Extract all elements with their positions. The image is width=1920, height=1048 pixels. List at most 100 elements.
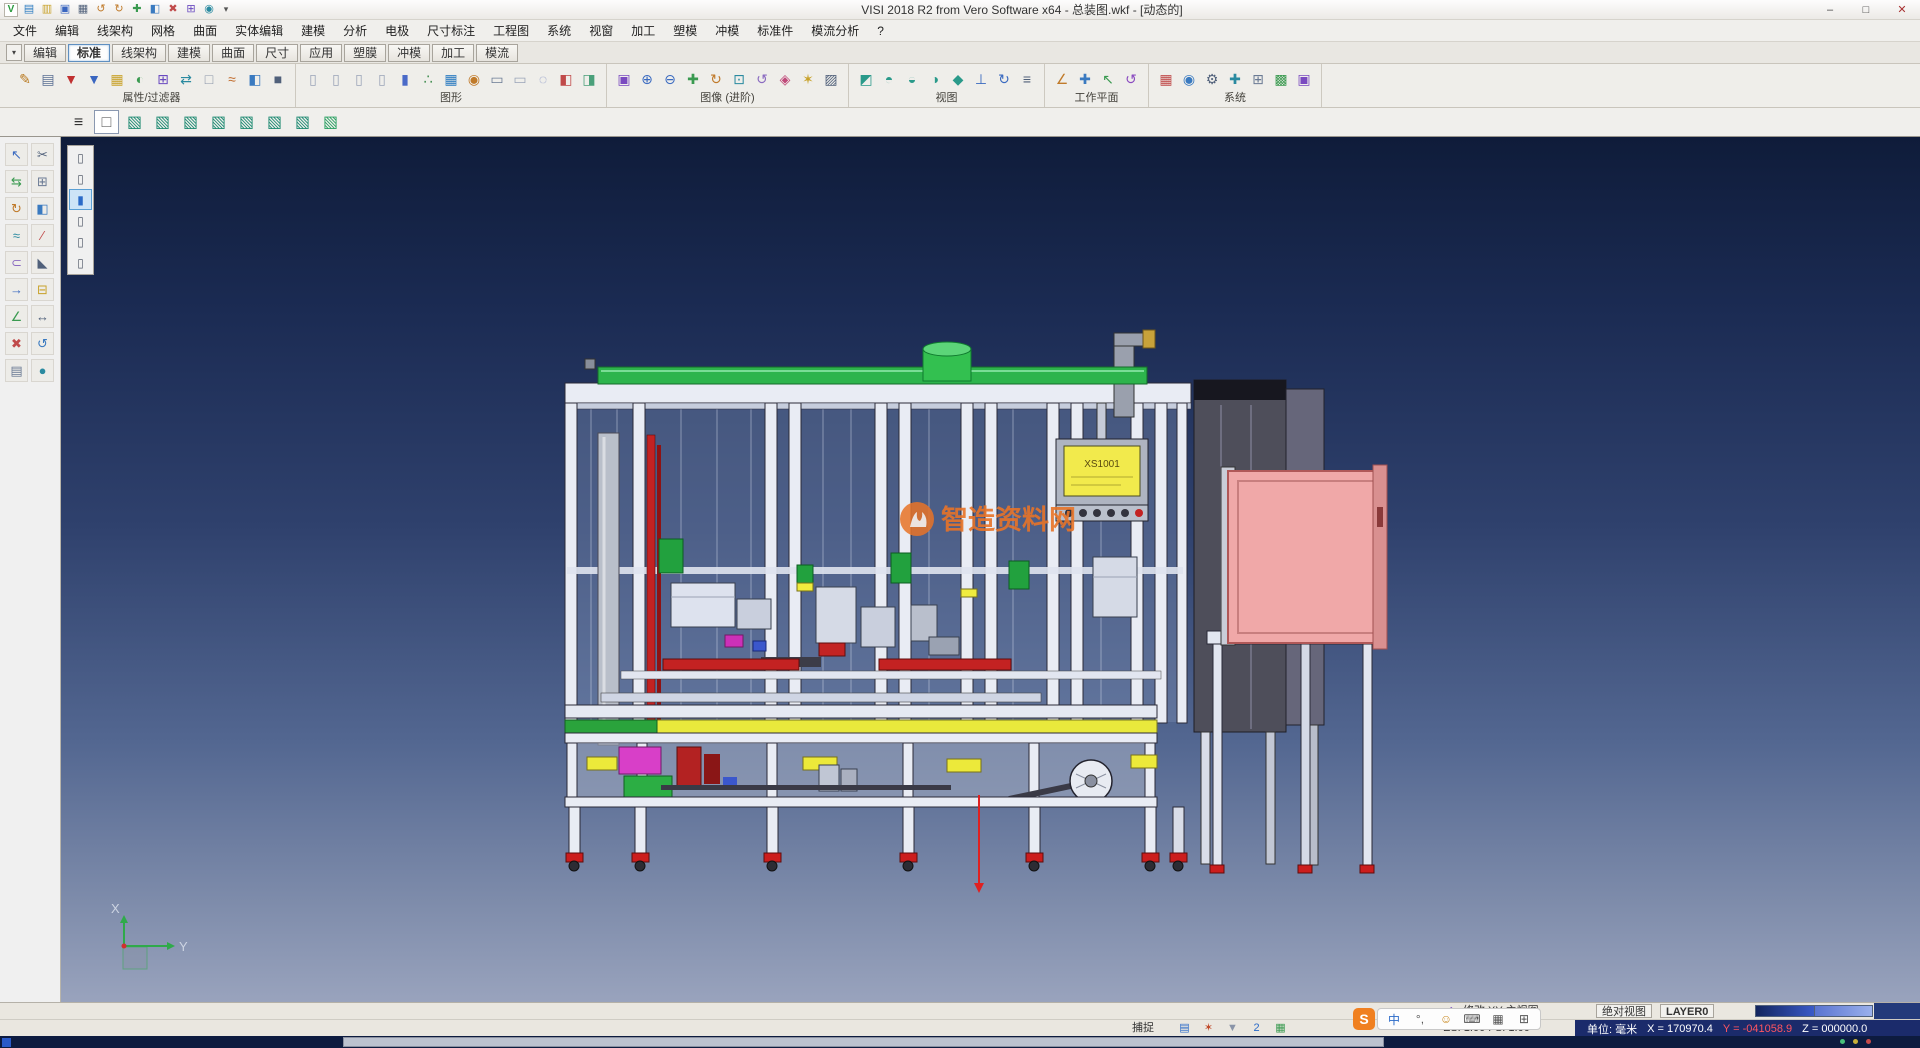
menu-item[interactable]: 网格 — [142, 20, 184, 41]
visibility-icon[interactable]: ◐ — [129, 67, 151, 89]
front-view-icon[interactable]: ◒ — [901, 67, 923, 89]
world-icon[interactable]: ◉ — [201, 2, 217, 17]
blank-view-icon[interactable]: □ — [94, 110, 119, 134]
tab[interactable]: 标准 — [68, 44, 110, 62]
break-icon[interactable]: ⊟ — [31, 278, 54, 301]
ime-emoji-icon[interactable]: ☺ — [1434, 1012, 1458, 1026]
rotate-view-icon[interactable]: ↻ — [705, 67, 727, 89]
menu-item[interactable]: 标准件 — [748, 20, 802, 41]
menu-item[interactable]: 线架构 — [88, 20, 142, 41]
layers-icon[interactable]: ◧ — [147, 2, 163, 17]
add-icon[interactable]: ✚ — [129, 2, 145, 17]
workplane-new-icon[interactable]: ✚ — [1074, 67, 1096, 89]
new-file-icon[interactable]: ▤ — [21, 2, 37, 17]
tab[interactable]: 应用 — [300, 44, 342, 62]
view-mode-indicator[interactable]: 绝对视图 — [1596, 1004, 1652, 1018]
mirror-icon[interactable]: ◧ — [31, 197, 54, 220]
chamfer-icon[interactable]: ◣ — [31, 251, 54, 274]
filter-blue-icon[interactable]: ▼ — [83, 67, 105, 89]
top-view-icon[interactable]: ◓ — [878, 67, 900, 89]
undo-arrow-icon[interactable]: ↺ — [31, 332, 54, 355]
cube-left-icon[interactable]: ▧ — [206, 110, 231, 134]
tab[interactable]: 建模 — [168, 44, 210, 62]
tab[interactable]: 线架构 — [112, 44, 166, 62]
menu-item[interactable]: 分析 — [334, 20, 376, 41]
menu-item[interactable]: 工程图 — [484, 20, 538, 41]
hidden-line-icon[interactable]: ▭ — [509, 67, 531, 89]
status-flame-icon[interactable]: ✶ — [1200, 1020, 1217, 1036]
tab[interactable]: 尺寸 — [256, 44, 298, 62]
workplane-reset-icon[interactable]: ↺ — [1120, 67, 1142, 89]
swap-selection-icon[interactable]: ⇄ — [175, 67, 197, 89]
cube-rotate-icon[interactable]: ▧ — [318, 110, 343, 134]
status-doc-icon[interactable]: ▤ — [1176, 1020, 1193, 1036]
status-palette-icon[interactable]: ▦ — [1272, 1020, 1289, 1036]
tab[interactable]: 编辑 — [24, 44, 66, 62]
points-icon[interactable]: ∴ — [417, 67, 439, 89]
zoom-out-icon[interactable]: ⊖ — [659, 67, 681, 89]
side-view-icon[interactable]: ◑ — [924, 67, 946, 89]
render-icon[interactable]: ◉ — [463, 67, 485, 89]
layer-list-icon[interactable]: ▤ — [5, 359, 28, 382]
wire-filter-icon[interactable]: ≈ — [221, 67, 243, 89]
quick-access-dropdown-icon[interactable]: ▾ — [220, 4, 232, 15]
curve-display-icon[interactable]: ▯ — [302, 67, 324, 89]
view-normal-icon[interactable]: ⊥ — [970, 67, 992, 89]
tab[interactable]: 加工 — [432, 44, 474, 62]
minimize-button[interactable]: – — [1812, 0, 1848, 20]
menu-item[interactable]: 模流分析 — [802, 20, 868, 41]
properties-icon[interactable]: ▤ — [37, 67, 59, 89]
device-slot-1-icon[interactable]: ▯ — [69, 147, 92, 168]
blank-page-icon[interactable]: □ — [198, 67, 220, 89]
tab[interactable]: 模流 — [476, 44, 518, 62]
move-icon[interactable]: ⇆ — [5, 170, 28, 193]
globe-icon[interactable]: ◉ — [1178, 67, 1200, 89]
workplane-align-icon[interactable]: ↖ — [1097, 67, 1119, 89]
color-grid-icon[interactable]: ▦ — [1155, 67, 1177, 89]
grid-display-icon[interactable]: ▦ — [440, 67, 462, 89]
menu-item[interactable]: 视窗 — [580, 20, 622, 41]
status-tool-icon[interactable]: ▼ — [1224, 1020, 1241, 1036]
cube-iso-icon[interactable]: ▧ — [122, 110, 147, 134]
cube-back-icon[interactable]: ▧ — [262, 110, 287, 134]
dynamic-view-icon[interactable]: ◈ — [774, 67, 796, 89]
select-all-icon[interactable]: ⊞ — [152, 67, 174, 89]
snap-label[interactable]: 捕捉 — [1132, 1021, 1154, 1035]
device-slot-4-icon[interactable]: ▯ — [69, 210, 92, 231]
ime-keyboard-icon[interactable]: ⌨ — [1460, 1012, 1484, 1026]
print-icon[interactable]: ▦ — [75, 2, 91, 17]
info-icon[interactable]: ● — [31, 359, 54, 382]
dimension-icon[interactable]: ↔ — [31, 305, 54, 328]
cube-right-icon[interactable]: ▧ — [234, 110, 259, 134]
attributes-pencil-icon[interactable]: ✎ — [14, 67, 36, 89]
menu-item[interactable]: 曲面 — [184, 20, 226, 41]
viewport-3d[interactable]: XS1001 — [61, 137, 1920, 1002]
ime-toolbox-icon[interactable]: ⊞ — [1512, 1012, 1536, 1026]
menu-item[interactable]: 建模 — [292, 20, 334, 41]
tab-overflow-button[interactable]: ▾ — [6, 44, 22, 61]
pointer-icon[interactable]: ↖ — [5, 143, 28, 166]
menu-item[interactable]: 冲模 — [706, 20, 748, 41]
grid-icon[interactable]: ⊞ — [183, 2, 199, 17]
snap-grid-icon[interactable]: ▩ — [1270, 67, 1292, 89]
ime-punct-icon[interactable]: °, — [1408, 1012, 1432, 1026]
device-slot-3-icon[interactable]: ▮ — [69, 189, 92, 210]
light-icon[interactable]: ✶ — [797, 67, 819, 89]
compare-view-icon[interactable]: ◨ — [578, 67, 600, 89]
menu-item[interactable]: 文件 — [4, 20, 46, 41]
menu-item[interactable]: 塑模 — [664, 20, 706, 41]
device-slot-5-icon[interactable]: ▯ — [69, 231, 92, 252]
menu-item[interactable]: 实体编辑 — [226, 20, 292, 41]
zoom-in-icon[interactable]: ⊕ — [636, 67, 658, 89]
ime-grid-icon[interactable]: ▦ — [1486, 1012, 1510, 1026]
transparency-icon[interactable]: ◌ — [532, 67, 554, 89]
wireframe-icon[interactable]: ▯ — [371, 67, 393, 89]
zoom-fit-icon[interactable]: ⊡ — [728, 67, 750, 89]
viewport-menu-icon[interactable]: ≡ — [66, 110, 91, 134]
delete-icon[interactable]: ✖ — [165, 2, 181, 17]
menu-item[interactable]: 电极 — [376, 20, 418, 41]
tab[interactable]: 冲模 — [388, 44, 430, 62]
cube-front-icon[interactable]: ▧ — [150, 110, 175, 134]
view-list-icon[interactable]: ≡ — [1016, 67, 1038, 89]
solid-filter-icon[interactable]: ■ — [267, 67, 289, 89]
